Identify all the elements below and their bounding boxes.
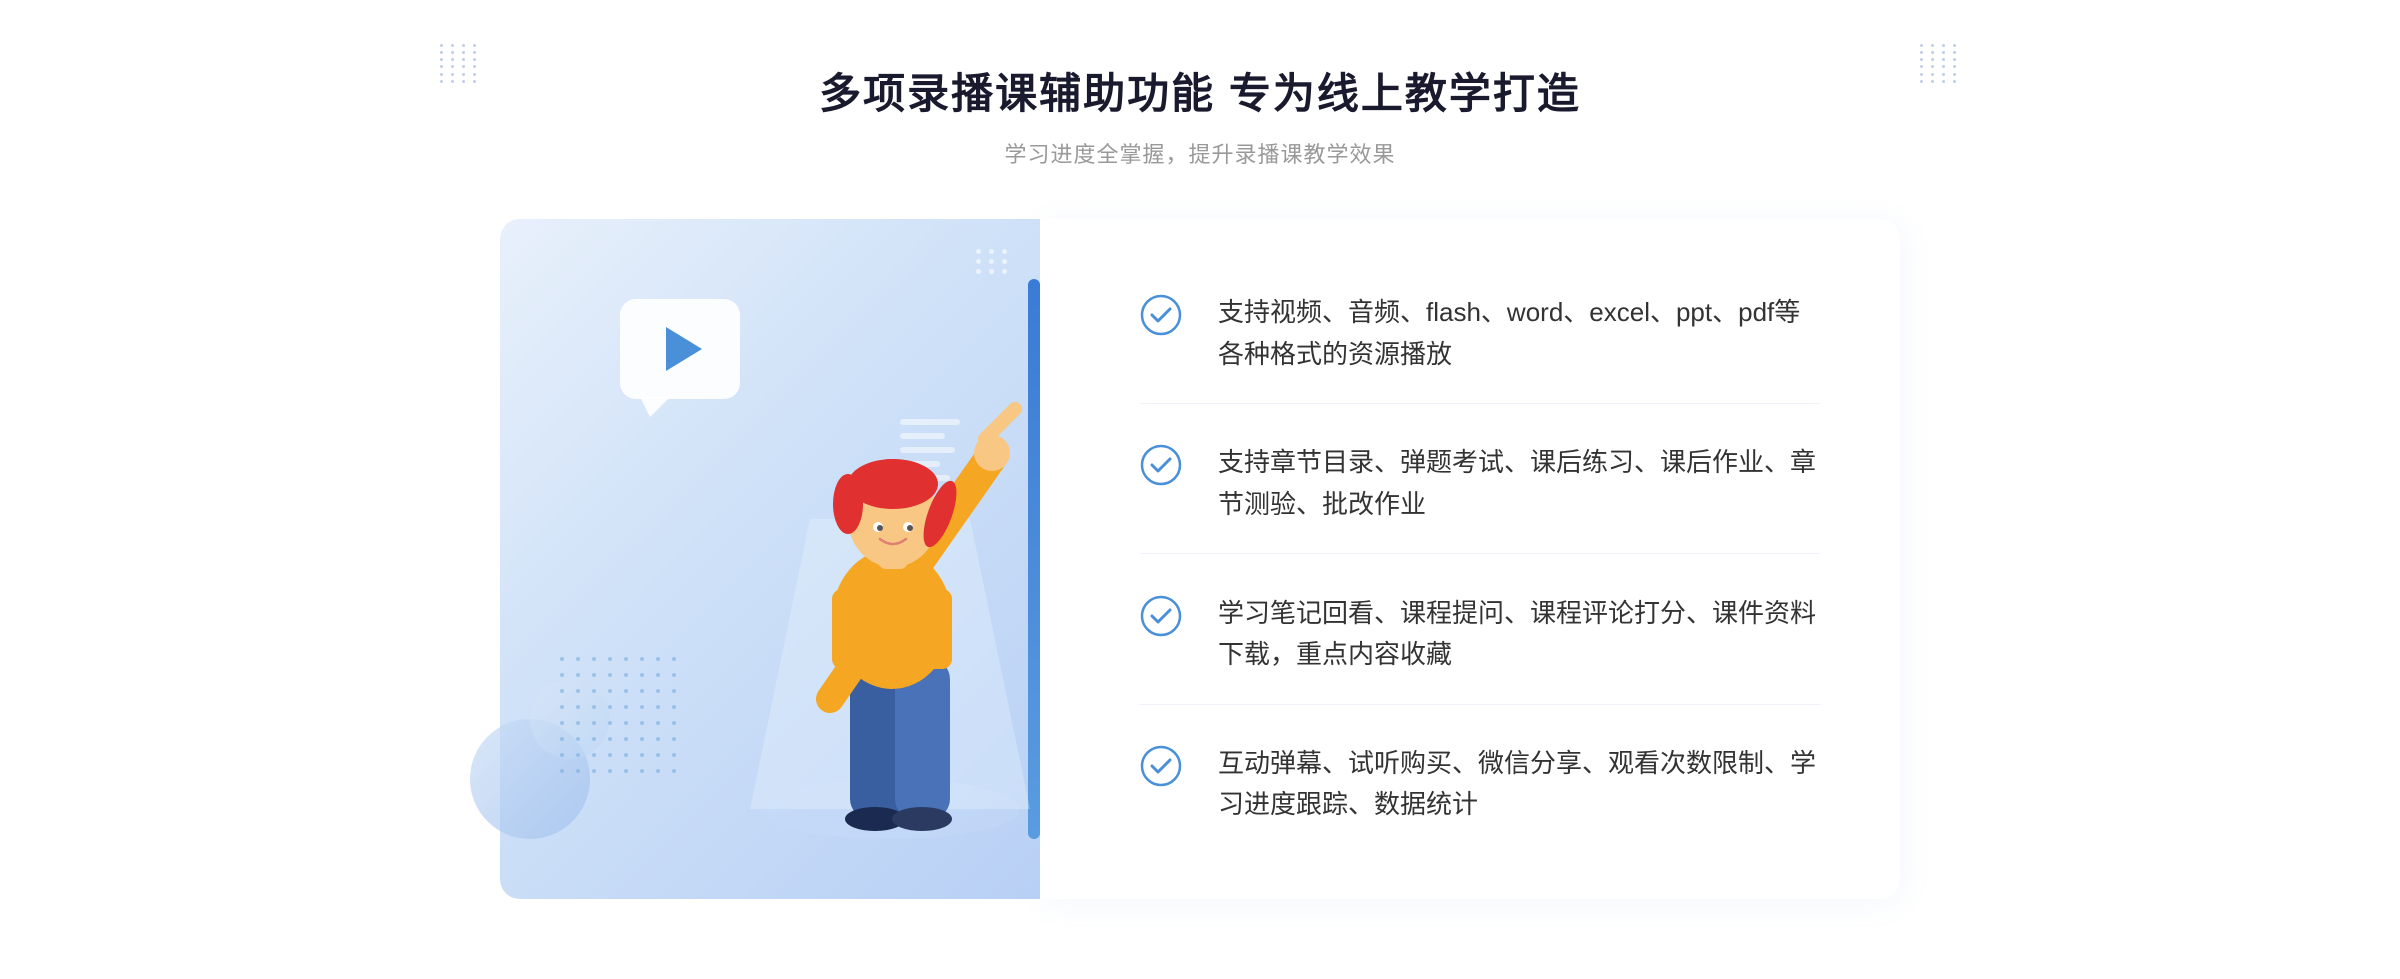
page-subtitle: 学习进度全掌握，提升录播课教学效果 xyxy=(819,137,1581,169)
illustration-area xyxy=(500,219,1040,899)
play-icon xyxy=(666,327,702,371)
feature-text-1: 支持视频、音频、flash、word、excel、ppt、pdf等各种格式的资源… xyxy=(1218,292,1820,375)
play-bubble xyxy=(620,299,740,399)
page-container: 多项录播课辅助功能 专为线上教学打造 学习进度全掌握，提升录播课教学效果 « xyxy=(0,0,2400,979)
feature-text-3: 学习笔记回看、课程提问、课程评论打分、课件资料下载，重点内容收藏 xyxy=(1218,593,1820,676)
check-icon-3 xyxy=(1140,595,1182,637)
feature-item-2: 支持章节目录、弹题考试、课后练习、课后作业、章节测验、批改作业 xyxy=(1140,414,1820,554)
check-icon-1 xyxy=(1140,294,1182,336)
dots-grid-decoration xyxy=(560,657,682,779)
feature-item-3: 学习笔记回看、课程提问、课程评论打分、课件资料下载，重点内容收藏 xyxy=(1140,565,1820,705)
dots-left-decoration xyxy=(440,44,480,84)
check-icon-2 xyxy=(1140,444,1182,486)
dots-right-decoration xyxy=(1920,44,1960,84)
check-icon-4 xyxy=(1140,745,1182,787)
content-section: « xyxy=(500,219,1900,899)
corner-dots-decoration xyxy=(976,249,1010,274)
feature-text-2: 支持章节目录、弹题考试、课后练习、课后作业、章节测验、批改作业 xyxy=(1218,442,1820,525)
header-section: 多项录播课辅助功能 专为线上教学打造 学习进度全掌握，提升录播课教学效果 xyxy=(819,60,1581,169)
feature-text-4: 互动弹幕、试听购买、微信分享、观看次数限制、学习进度跟踪、数据统计 xyxy=(1218,743,1820,826)
features-area: 支持视频、音频、flash、word、excel、ppt、pdf等各种格式的资源… xyxy=(1040,219,1900,899)
feature-item-1: 支持视频、音频、flash、word、excel、ppt、pdf等各种格式的资源… xyxy=(1140,264,1820,404)
feature-item-4: 互动弹幕、试听购买、微信分享、观看次数限制、学习进度跟踪、数据统计 xyxy=(1140,715,1820,854)
figure-illustration xyxy=(730,319,1070,899)
page-title: 多项录播课辅助功能 专为线上教学打造 xyxy=(819,60,1581,121)
